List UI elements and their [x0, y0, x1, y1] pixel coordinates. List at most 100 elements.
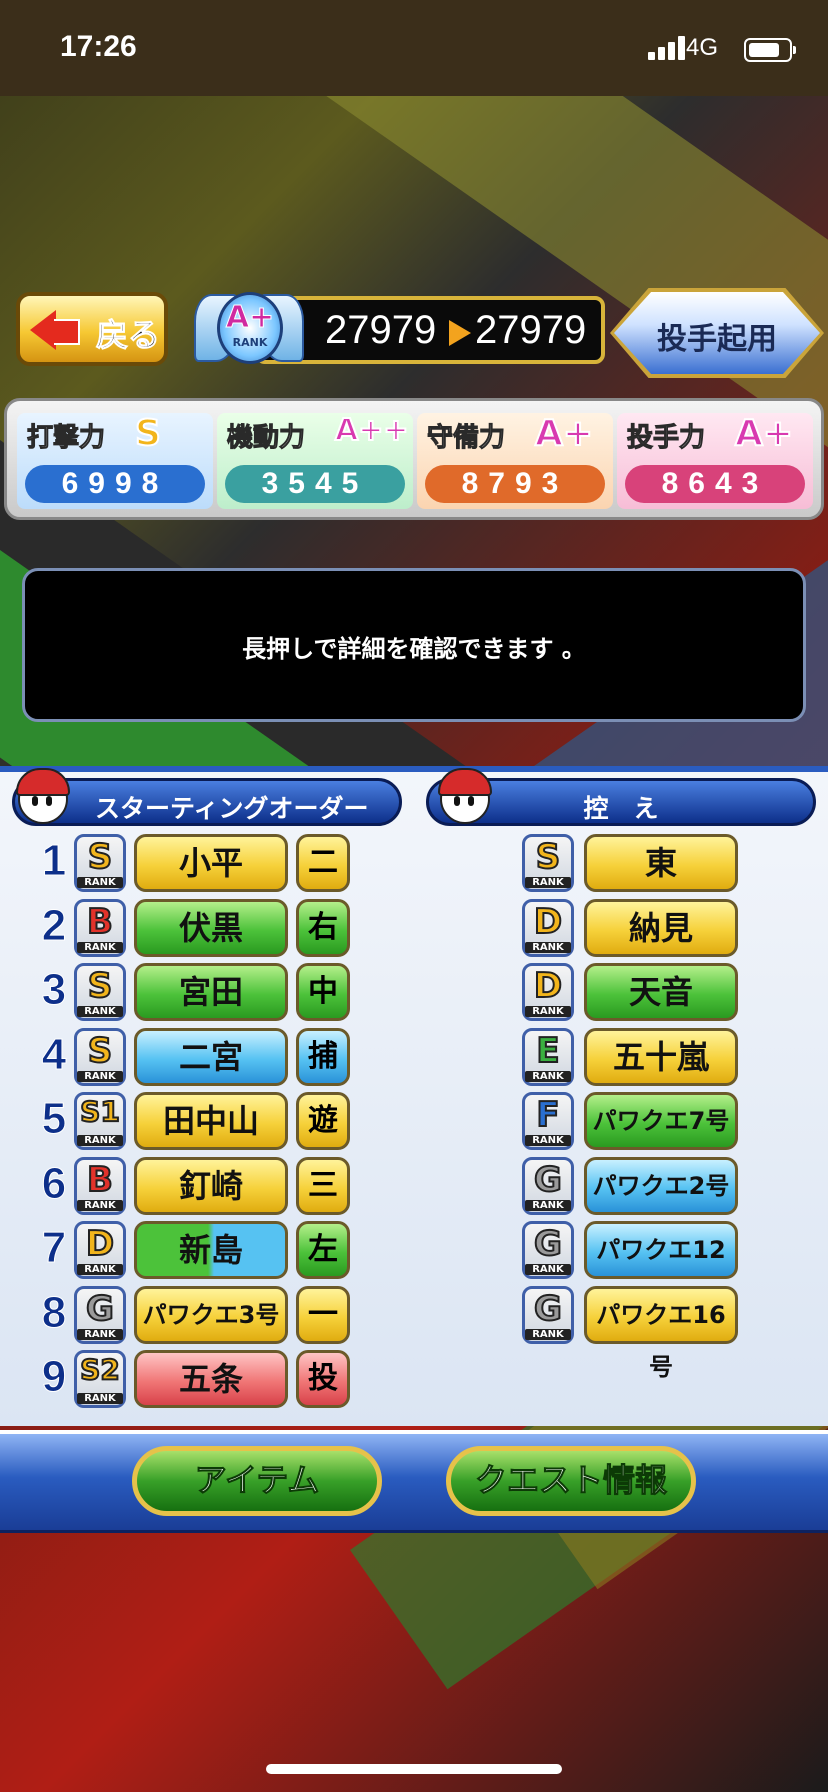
clock: 17:26	[60, 30, 137, 63]
rank-badge: S RANK	[74, 1027, 126, 1086]
rank-badge: S RANK	[522, 834, 574, 892]
position-badge[interactable]: 投	[296, 1350, 350, 1408]
player-mascot-icon	[432, 762, 496, 826]
batting-order-number: 7	[41, 1223, 67, 1273]
position-badge[interactable]: 二	[296, 834, 350, 892]
player-name[interactable]: パワクエ7号	[584, 1092, 738, 1150]
position-badge[interactable]: 右	[296, 898, 350, 957]
player-name[interactable]: 東	[584, 834, 738, 892]
rank-caption: RANK	[77, 1199, 123, 1211]
rank-caption: RANK	[77, 1328, 123, 1340]
rank-badge: B RANK	[74, 1156, 126, 1215]
starting-lineup-title: スターティングオーダー	[95, 794, 369, 823]
player-name[interactable]: 小平	[134, 834, 288, 892]
rank-badge: S2 RANK	[74, 1350, 126, 1408]
position-badge[interactable]: 中	[296, 963, 350, 1021]
quest-info-button[interactable]: クエスト情報	[446, 1446, 696, 1516]
stat-value: 3545	[225, 465, 405, 503]
batting-order-number: 9	[41, 1352, 67, 1402]
rank-caption: RANK	[77, 1070, 123, 1082]
position-badge[interactable]: 三	[296, 1156, 350, 1215]
stat-pitching: 投手力 A+ 8643	[617, 412, 813, 509]
pitcher-usage-label: 投手起用	[657, 322, 777, 357]
signal-icon	[648, 36, 688, 60]
batting-order-number: 6	[41, 1158, 67, 1208]
back-arrow-icon	[30, 310, 56, 350]
stat-title: 投手力	[626, 423, 706, 454]
back-label: 戻る	[95, 316, 161, 355]
rank-caption: RANK	[77, 941, 123, 953]
pitcher-usage-button[interactable]: 投手起用	[610, 288, 824, 378]
rank-badge: G RANK	[74, 1285, 126, 1344]
stat-title: 守備力	[426, 423, 506, 454]
battery-icon	[744, 38, 796, 62]
rank-caption: RANK	[525, 1264, 571, 1275]
rank-letter: G	[533, 1223, 563, 1265]
item-button[interactable]: アイテム	[132, 1446, 382, 1516]
stat-grade: A++	[334, 412, 409, 449]
rank-letter: S2	[79, 1352, 121, 1387]
score-before: 27979	[325, 308, 437, 352]
rank-badge: E RANK	[522, 1027, 574, 1086]
rank-caption: RANK	[525, 877, 571, 888]
rank-caption: RANK	[77, 1393, 123, 1404]
player-name[interactable]: パワクエ3号	[134, 1285, 288, 1344]
team-rank-caption: RANK	[232, 336, 268, 349]
player-name[interactable]: 宮田	[134, 963, 288, 1021]
back-button[interactable]: 戻る	[16, 292, 168, 366]
batting-order-number: 5	[41, 1094, 67, 1144]
network-type: 4G	[685, 34, 718, 61]
team-score-box: 27979 27979	[255, 296, 605, 364]
player-name[interactable]: パワクエ12号	[584, 1221, 738, 1316]
player-name[interactable]: 田中山	[134, 1092, 288, 1150]
arrow-right-icon	[449, 320, 471, 346]
rank-letter: F	[535, 1094, 560, 1136]
rank-letter: G	[533, 1159, 563, 1201]
rank-caption: RANK	[77, 877, 123, 888]
rank-letter: S	[87, 965, 114, 1007]
rank-letter: D	[533, 901, 563, 943]
player-name[interactable]: 釘崎	[134, 1156, 288, 1215]
rank-letter: B	[86, 1159, 114, 1201]
stat-grade: A+	[534, 412, 594, 455]
batting-order-number: 2	[41, 900, 67, 950]
batter-mascot-icon	[10, 762, 74, 826]
rank-caption: RANK	[77, 1264, 123, 1275]
player-name[interactable]: パワクエ2号	[584, 1156, 738, 1215]
position-badge[interactable]: 左	[296, 1221, 350, 1279]
rank-letter: D	[85, 1223, 115, 1265]
player-name[interactable]: 天音	[584, 963, 738, 1021]
stat-value: 6998	[25, 465, 205, 503]
position-badge[interactable]: 一	[296, 1285, 350, 1344]
position-badge[interactable]: 捕	[296, 1027, 350, 1086]
player-name[interactable]: 新島	[134, 1221, 288, 1279]
stat-value: 8793	[425, 465, 605, 503]
rank-badge: D RANK	[74, 1221, 126, 1279]
team-rank-emblem: A+ RANK	[192, 284, 304, 376]
player-name[interactable]: パワクエ16号	[584, 1285, 738, 1381]
stat-value: 8643	[625, 465, 805, 503]
player-name[interactable]: 納見	[584, 898, 738, 957]
player-name[interactable]: 五十嵐	[584, 1027, 738, 1086]
rank-badge: G RANK	[522, 1285, 574, 1344]
stat-grade: A+	[734, 412, 794, 455]
rank-badge: S1 RANK	[74, 1092, 126, 1150]
rank-caption: RANK	[525, 1070, 571, 1082]
home-indicator[interactable]	[266, 1764, 562, 1774]
rank-caption: RANK	[525, 1006, 571, 1017]
rank-badge: D RANK	[522, 898, 574, 957]
player-name[interactable]: 伏黒	[134, 898, 288, 957]
rank-badge: B RANK	[74, 898, 126, 957]
rank-badge: F RANK	[522, 1092, 574, 1150]
rank-caption: RANK	[77, 1135, 123, 1146]
player-name[interactable]: 五条	[134, 1350, 288, 1408]
player-name[interactable]: 二宮	[134, 1027, 288, 1086]
rank-caption: RANK	[77, 1006, 123, 1017]
team-stats-panel: 打撃力 S 6998 機動力 A++ 3545 守備力 A+ 8793 投手力 …	[4, 398, 824, 520]
team-rank: A+	[225, 300, 275, 336]
stat-defense: 守備力 A+ 8793	[417, 412, 613, 509]
batting-order-number: 4	[41, 1029, 67, 1079]
rank-letter: B	[86, 901, 114, 943]
rank-letter: D	[533, 965, 563, 1007]
position-badge[interactable]: 遊	[296, 1092, 350, 1150]
